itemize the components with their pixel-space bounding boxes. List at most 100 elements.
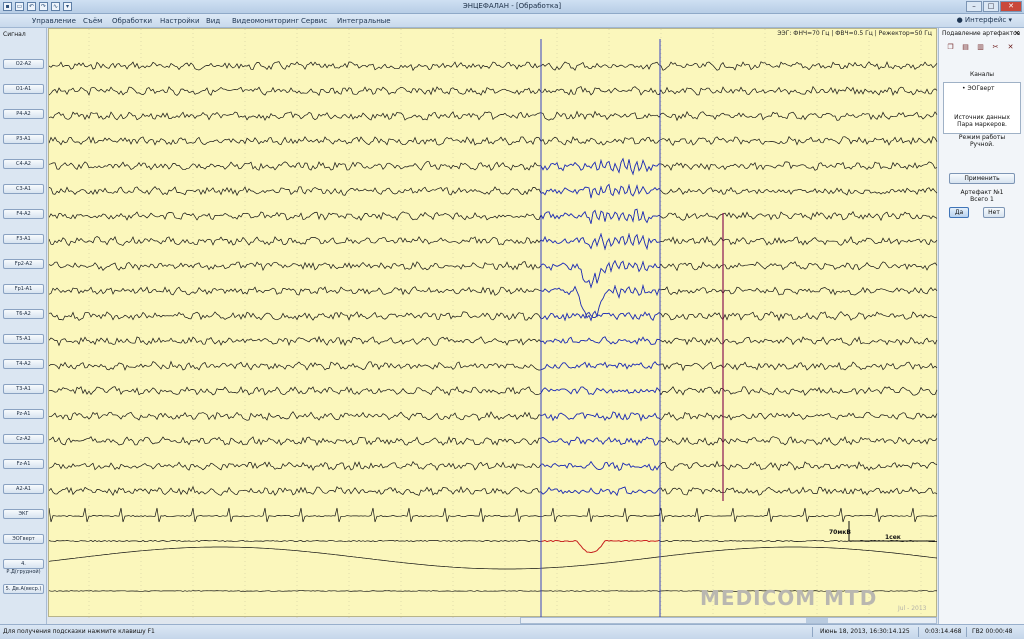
menu-item-processing[interactable]: Обработки <box>112 17 152 25</box>
close-icon[interactable]: × <box>1014 29 1020 37</box>
copy-icon[interactable]: ❐ <box>945 42 956 52</box>
channel-button[interactable]: ЭКГ <box>3 509 44 519</box>
channel-button[interactable]: C3-A1 <box>3 184 44 194</box>
eeg-trace <box>49 539 938 553</box>
data-source-value: Пара маркеров. <box>957 121 1007 128</box>
eeg-trace <box>49 460 938 472</box>
no-button[interactable]: Нет <box>983 207 1005 218</box>
menu-item-service[interactable]: Сервис <box>301 17 327 25</box>
channel-button[interactable]: T6-A2 <box>3 309 44 319</box>
chevron-down-icon: ▾ <box>1006 16 1012 24</box>
scale-amplitude: 70мкВ <box>829 529 851 536</box>
user-icon: ● <box>956 16 965 24</box>
artifact-trace <box>540 361 660 371</box>
menu-item-video[interactable]: Видеомониторинг <box>232 17 299 25</box>
eeg-trace <box>49 335 938 347</box>
eeg-plot[interactable]: ЭЭГ: ФНЧ=70 Гц | ФВЧ=0.5 Гц | Режектор=5… <box>48 28 938 618</box>
cut-icon[interactable]: ✂ <box>990 42 1001 52</box>
channel-button[interactable]: F3-A1 <box>3 234 44 244</box>
artifact-trace <box>540 311 660 322</box>
eeg-trace <box>49 260 938 289</box>
status-hint: Для получения подсказки нажмите клавишу … <box>3 628 155 635</box>
eeg-trace <box>49 183 938 199</box>
eeg-trace <box>49 546 938 570</box>
interface-menu[interactable]: ● Интерфейс ▾ <box>957 16 1012 24</box>
channel-button[interactable]: 5. Дв.А(веср.) <box>3 584 44 594</box>
status-duration: ГВ2 00:00:48 <box>972 628 1013 635</box>
eeg-trace <box>49 284 938 322</box>
delete-icon[interactable]: ▥ <box>975 42 986 52</box>
menu-bar: Управление Съём Обработки Настройки Вид … <box>0 14 1024 28</box>
eeg-trace <box>49 61 938 72</box>
eog-highlight-trace <box>540 539 660 554</box>
channels-caption: Каналы <box>969 71 995 78</box>
menu-item-view[interactable]: Вид <box>206 17 220 25</box>
channel-button[interactable]: P3-A1 <box>3 134 44 144</box>
channel-button[interactable]: Cz-A2 <box>3 434 44 444</box>
channel-button[interactable]: Fz-A1 <box>3 459 44 469</box>
channel-button[interactable]: Fp2-A2 <box>3 259 44 269</box>
eeg-trace <box>49 507 938 523</box>
artifact-trace <box>540 436 660 446</box>
mode-value: Ручной. <box>969 141 995 148</box>
menu-item-control[interactable]: Управление <box>32 17 76 25</box>
channel-button[interactable]: P4-A2 <box>3 109 44 119</box>
yes-button[interactable]: Да <box>949 207 969 218</box>
channel-button[interactable]: C4-A2 <box>3 159 44 169</box>
close-icon[interactable]: ✕ <box>1005 42 1016 52</box>
channel-button[interactable]: T5-A1 <box>3 334 44 344</box>
list-item[interactable]: • ЭОГверт <box>962 85 995 92</box>
window-controls: – □ ✕ <box>966 1 1022 12</box>
eeg-trace <box>49 436 938 447</box>
menu-item-acquisition[interactable]: Съём <box>83 17 102 25</box>
artifact-panel: Подавление артефактов × ❐ ▤ ▥ ✂ ✕ Каналы… <box>938 28 1024 624</box>
title-bar: ▪ ▭ ↶ ↷ ∿ ▾ ЭНЦЕФАЛАН - [Обработка] – □ … <box>0 0 1024 14</box>
artifact-trace <box>540 232 660 251</box>
scrollbar-thumb[interactable] <box>806 618 828 623</box>
menu-item-integral[interactable]: Интегральные <box>337 17 391 25</box>
eeg-trace <box>49 110 938 122</box>
status-datetime: Июнь 18, 2013, 16:30:14.125 <box>820 628 910 635</box>
eeg-trace <box>49 386 938 396</box>
apply-button[interactable]: Применить <box>949 173 1015 184</box>
eeg-trace <box>49 232 938 251</box>
menu-item-settings[interactable]: Настройки <box>160 17 200 25</box>
channel-button[interactable]: ЭОГверт <box>3 534 44 544</box>
eeg-trace <box>49 157 938 176</box>
eeg-trace <box>49 135 938 147</box>
artifact-trace <box>540 336 660 345</box>
channel-button[interactable]: F4-A2 <box>3 209 44 219</box>
artifact-trace <box>540 386 660 396</box>
eeg-trace <box>49 485 938 496</box>
channel-button[interactable]: Pz-A1 <box>3 409 44 419</box>
artifact-trace <box>540 486 660 497</box>
horizontal-scrollbar[interactable] <box>520 617 937 624</box>
channel-button[interactable]: A2-A1 <box>3 484 44 494</box>
channel-button[interactable]: 4. Р.Д(грудной) <box>3 559 44 575</box>
eeg-trace <box>49 311 938 322</box>
artifact-trace <box>540 157 660 176</box>
artifact-trace <box>540 208 660 224</box>
minimize-button[interactable]: – <box>966 1 982 12</box>
status-position: 0:03:14.468 <box>925 628 962 635</box>
channel-button[interactable]: O1-A1 <box>3 84 44 94</box>
eeg-trace <box>49 208 938 224</box>
maximize-button[interactable]: □ <box>983 1 999 12</box>
channel-button[interactable]: Fp1-A1 <box>3 284 44 294</box>
medicom-watermark: MEDICOM MTD <box>700 586 878 610</box>
close-button[interactable]: ✕ <box>1000 1 1022 12</box>
paste-icon[interactable]: ▤ <box>960 42 971 52</box>
channel-button[interactable]: O2-A2 <box>3 59 44 69</box>
window-title: ЭНЦЕФАЛАН - [Обработка] <box>462 2 562 10</box>
channel-button[interactable]: T4-A2 <box>3 359 44 369</box>
artifact-trace <box>540 411 660 422</box>
eeg-trace <box>49 85 938 96</box>
artifact-trace <box>540 183 660 199</box>
artifact-total: Всего 1 <box>970 196 994 203</box>
channel-button[interactable]: T3-A1 <box>3 384 44 394</box>
panel-title: Подавление артефактов <box>942 30 1021 37</box>
eeg-traces[interactable] <box>49 29 938 618</box>
channel-panel: Сигнал O2-A2 O1-A1 P4-A2 P3-A1 C4-A2 C3-A1 F4-… <box>0 28 47 624</box>
eeg-trace <box>49 411 938 422</box>
artifact-trace <box>540 460 660 472</box>
